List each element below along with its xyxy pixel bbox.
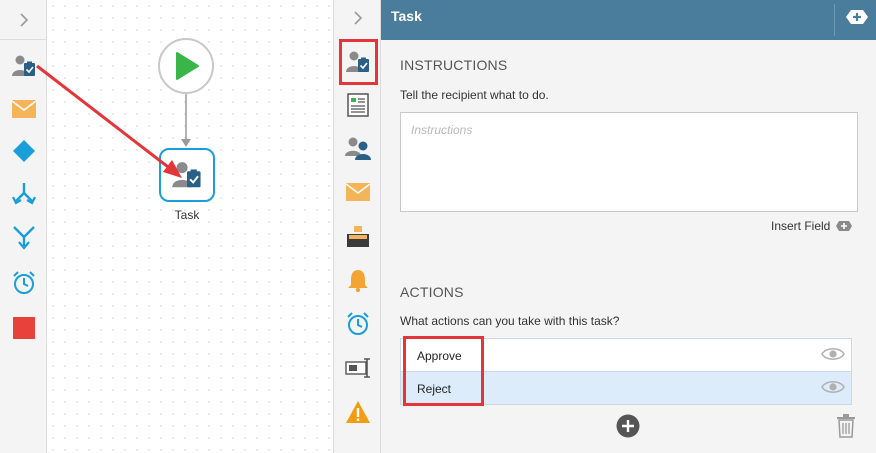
split-icon xyxy=(12,183,36,205)
palette-item-timer[interactable] xyxy=(8,267,40,299)
instructions-input[interactable] xyxy=(400,112,858,212)
panel-header: Task xyxy=(381,0,876,40)
tool-item-warning[interactable] xyxy=(342,396,374,428)
palette-item-task[interactable] xyxy=(8,50,40,82)
task-properties-panel: Task INSTRUCTIONS Tell the recipient wha… xyxy=(381,0,876,453)
actions-highlight xyxy=(403,336,484,406)
palette-item-decision[interactable] xyxy=(8,135,40,167)
eye-icon[interactable] xyxy=(821,379,845,395)
tool-item-timer[interactable] xyxy=(342,308,374,340)
instructions-description: Tell the recipient what to do. xyxy=(400,88,549,102)
plus-tag-icon xyxy=(836,221,853,231)
task-settings-toolbar xyxy=(333,0,381,453)
warning-icon xyxy=(346,401,370,423)
expand-palette-button[interactable] xyxy=(0,0,47,40)
bell-icon xyxy=(348,270,368,292)
envelope-icon xyxy=(12,100,36,118)
add-action-button[interactable] xyxy=(616,414,640,441)
palette-item-split[interactable] xyxy=(8,178,40,210)
start-node[interactable] xyxy=(158,38,214,94)
delete-action-button[interactable] xyxy=(837,414,855,441)
diamond-icon xyxy=(13,140,35,162)
eye-icon[interactable] xyxy=(821,346,845,362)
task-node[interactable] xyxy=(159,148,215,202)
tool-item-escalation[interactable] xyxy=(342,220,374,252)
insert-field-label: Insert Field xyxy=(771,219,831,233)
form-document-icon xyxy=(347,93,369,117)
chevron-right-icon xyxy=(354,11,363,25)
panel-title: Task xyxy=(391,8,422,24)
actions-section-title: ACTIONS xyxy=(400,284,464,300)
palette-item-end[interactable] xyxy=(8,312,40,344)
task-user-icon xyxy=(12,55,35,76)
tool-item-fields[interactable] xyxy=(342,352,374,384)
plus-circle-icon xyxy=(616,414,640,438)
instructions-section-title: INSTRUCTIONS xyxy=(400,57,508,73)
tool-item-form[interactable] xyxy=(342,89,374,121)
selected-tool-highlight xyxy=(339,39,378,85)
workflow-canvas[interactable]: Task xyxy=(47,0,333,453)
tool-item-assignees[interactable] xyxy=(342,132,374,164)
envelope-icon xyxy=(346,183,370,201)
tool-item-email[interactable] xyxy=(342,176,374,208)
stop-square-icon xyxy=(13,317,35,339)
actions-description: What actions can you take with this task… xyxy=(400,314,620,328)
play-icon xyxy=(176,52,199,80)
chevron-right-icon xyxy=(19,12,28,27)
tool-item-reminder[interactable] xyxy=(342,264,374,296)
trash-icon xyxy=(837,414,855,438)
task-node-label: Task xyxy=(174,208,200,222)
palette-item-email[interactable] xyxy=(8,93,40,125)
header-divider xyxy=(834,4,835,36)
users-icon xyxy=(345,137,371,160)
add-node-button[interactable] xyxy=(845,8,869,29)
task-user-icon xyxy=(172,162,201,188)
alarm-clock-icon xyxy=(347,312,369,335)
alarm-clock-icon xyxy=(13,271,35,294)
collapse-panel-button[interactable] xyxy=(334,0,382,36)
plus-tag-icon xyxy=(846,10,868,24)
inbox-tray-icon xyxy=(347,226,369,247)
field-rename-icon xyxy=(345,358,370,378)
insert-field-button[interactable]: Insert Field xyxy=(771,219,853,233)
merge-icon xyxy=(13,226,35,250)
node-palette xyxy=(0,0,47,453)
palette-item-merge[interactable] xyxy=(8,221,40,253)
